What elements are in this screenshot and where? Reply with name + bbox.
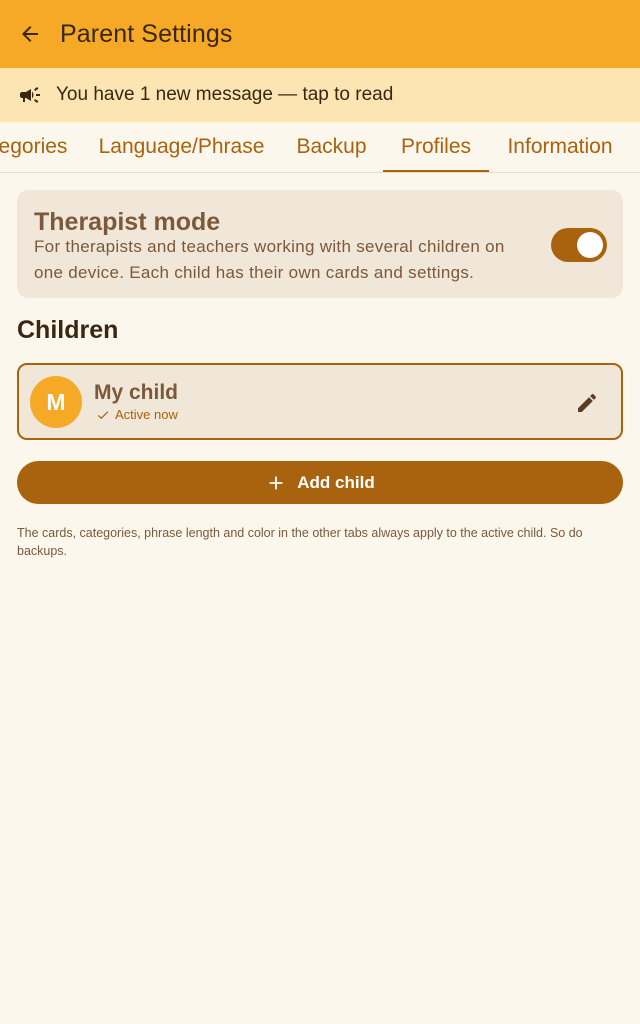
edit-child-button[interactable] — [570, 386, 604, 420]
tab-profiles[interactable]: Profiles — [383, 122, 489, 172]
tab-language-phrase[interactable]: Language/Phrase — [83, 122, 280, 172]
profiles-footnote: The cards, categories, phrase length and… — [17, 526, 583, 558]
therapist-mode-card: Therapist mode For therapists and teache… — [17, 190, 623, 298]
add-child-label: Add child — [297, 472, 375, 492]
app-bar: Parent Settings — [0, 0, 640, 68]
settings-tabs: egories Language/Phrase Backup Profiles … — [0, 122, 640, 173]
tab-information[interactable]: Information — [489, 122, 631, 172]
tab-backup[interactable]: Backup — [280, 122, 383, 172]
active-status-label: Active now — [115, 407, 178, 422]
page-title: Parent Settings — [60, 19, 233, 48]
children-section-title: Children — [17, 316, 119, 344]
therapist-mode-title: Therapist mode — [34, 208, 221, 236]
add-child-button[interactable]: Add child — [17, 461, 623, 504]
check-icon — [97, 410, 109, 419]
active-status: Active now — [96, 407, 178, 422]
child-list-item[interactable]: M My child Active now — [17, 363, 623, 440]
back-button[interactable] — [0, 0, 60, 68]
new-message-banner[interactable]: You have 1 new message — tap to read — [0, 68, 640, 122]
therapist-mode-description: For therapists and teachers working with… — [34, 237, 505, 282]
therapist-mode-toggle[interactable] — [551, 228, 607, 262]
arrow-back-icon — [22, 26, 38, 42]
banner-message: You have 1 new message — tap to read — [56, 84, 394, 105]
pencil-icon — [578, 393, 597, 412]
megaphone-icon — [20, 87, 40, 103]
tab-categories[interactable]: egories — [0, 122, 68, 172]
avatar: M — [30, 376, 82, 428]
toggle-knob — [577, 232, 603, 258]
plus-icon — [269, 476, 283, 489]
child-name: My child — [94, 381, 179, 404]
